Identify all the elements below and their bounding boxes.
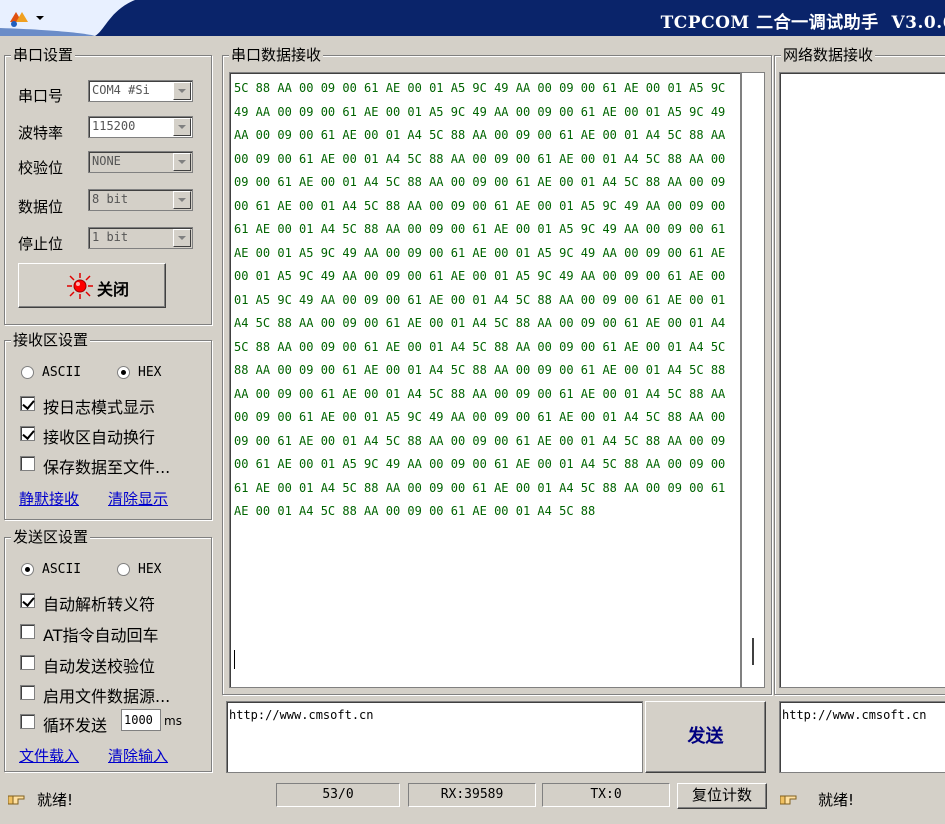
log-mode-label: 按日志模式显示 (43, 398, 156, 417)
loop-send-label: 循环发送 (43, 716, 108, 735)
network-receive-title: 网络数据接收 (781, 45, 876, 65)
loop-send-checkbox[interactable] (20, 714, 35, 729)
chevron-down-icon[interactable] (173, 82, 191, 100)
send-hex-radio[interactable] (117, 563, 130, 576)
stop-bits-select[interactable]: 1 bit (88, 227, 193, 249)
status-rx: RX:39589 (408, 783, 536, 807)
serial-send-input[interactable]: http://www.cmsoft.cn (226, 701, 643, 773)
parity-select[interactable]: NONE (88, 151, 193, 173)
recv-ascii-label: ASCII (42, 365, 82, 380)
window-title: TCPCOM 二合一调试助手 V3.0.6 (660, 13, 945, 33)
chevron-down-icon[interactable] (173, 118, 191, 136)
send-hex-label: HEX (138, 562, 162, 577)
scrollbar-thumb[interactable] (752, 638, 754, 665)
baud-label: 波特率 (18, 124, 64, 142)
receive-scrollbar[interactable] (741, 72, 765, 688)
port-label: 串口号 (18, 87, 64, 105)
file-data-source-checkbox[interactable] (20, 685, 35, 700)
serial-receive-text: 5C 88 AA 00 09 00 61 AE 00 01 A5 9C 49 A… (234, 81, 726, 518)
data-bits-select[interactable]: 8 bit (88, 189, 193, 211)
clear-display-link[interactable]: 清除显示 (108, 488, 168, 509)
auto-wrap-label: 接收区自动换行 (43, 428, 156, 447)
stop-bits-label: 停止位 (18, 235, 64, 253)
loop-interval-unit: ms (164, 714, 182, 728)
send-ascii-radio[interactable] (21, 563, 34, 576)
red-led-icon (67, 273, 93, 299)
file-data-source-label: 启用文件数据源... (43, 687, 171, 706)
reset-count-button[interactable]: 复位计数 (677, 783, 767, 809)
send-button[interactable]: 发送 (645, 701, 766, 773)
chevron-down-icon[interactable] (173, 191, 191, 209)
save-to-file-checkbox[interactable] (20, 456, 35, 471)
data-bits-label: 数据位 (18, 198, 64, 216)
auto-checksum-checkbox[interactable] (20, 655, 35, 670)
pointing-hand-icon (8, 795, 25, 805)
save-to-file-label: 保存数据至文件... (43, 458, 171, 477)
parity-value: NONE (92, 154, 121, 168)
close-port-button[interactable]: 关闭 (18, 263, 166, 308)
status-text-right: 就绪! (818, 791, 855, 809)
baud-select[interactable]: 115200 (88, 116, 193, 138)
data-bits-value: 8 bit (92, 192, 129, 206)
auto-checksum-label: 自动发送校验位 (43, 657, 156, 676)
at-auto-enter-label: AT指令自动回车 (43, 626, 159, 645)
port-select[interactable]: COM4 #Si (88, 80, 193, 102)
serial-settings-title: 串口设置 (11, 45, 76, 65)
status-count: 53/0 (276, 783, 400, 807)
network-receive-textarea[interactable] (779, 72, 945, 688)
recv-hex-radio[interactable] (117, 366, 130, 379)
auto-escape-label: 自动解析转义符 (43, 595, 156, 614)
status-tx: TX:0 (542, 783, 670, 807)
send-ascii-label: ASCII (42, 562, 82, 577)
send-settings-title: 发送区设置 (11, 527, 91, 547)
at-auto-enter-checkbox[interactable] (20, 624, 35, 639)
text-caret (234, 650, 235, 669)
silent-receive-link[interactable]: 静默接收 (19, 488, 79, 509)
title-bar[interactable]: TCPCOM 二合一调试助手 V3.0.6 (0, 0, 945, 36)
pointing-hand-icon (780, 795, 797, 805)
baud-value: 115200 (92, 119, 136, 133)
recv-ascii-radio[interactable] (21, 366, 34, 379)
close-port-label: 关闭 (97, 280, 130, 299)
network-send-input[interactable]: http://www.cmsoft.cn (779, 701, 945, 773)
recv-hex-label: HEX (138, 365, 162, 380)
status-text-left: 就绪! (37, 791, 74, 809)
chevron-down-icon[interactable] (173, 229, 191, 247)
app-menu-icon[interactable] (6, 6, 50, 28)
auto-wrap-checkbox[interactable] (20, 426, 35, 441)
loop-interval-input[interactable]: 1000 (121, 709, 161, 731)
parity-label: 校验位 (18, 159, 64, 177)
receive-settings-title: 接收区设置 (11, 330, 91, 350)
clear-input-link[interactable]: 清除输入 (108, 745, 168, 766)
serial-receive-textarea[interactable]: 5C 88 AA 00 09 00 61 AE 00 01 A5 9C 49 A… (229, 72, 741, 688)
auto-escape-checkbox[interactable] (20, 593, 35, 608)
port-value: COM4 #Si (92, 83, 150, 97)
load-file-link[interactable]: 文件载入 (19, 745, 79, 766)
serial-receive-title: 串口数据接收 (229, 45, 324, 65)
chevron-down-icon[interactable] (173, 153, 191, 171)
stop-bits-value: 1 bit (92, 230, 129, 244)
log-mode-checkbox[interactable] (20, 396, 35, 411)
